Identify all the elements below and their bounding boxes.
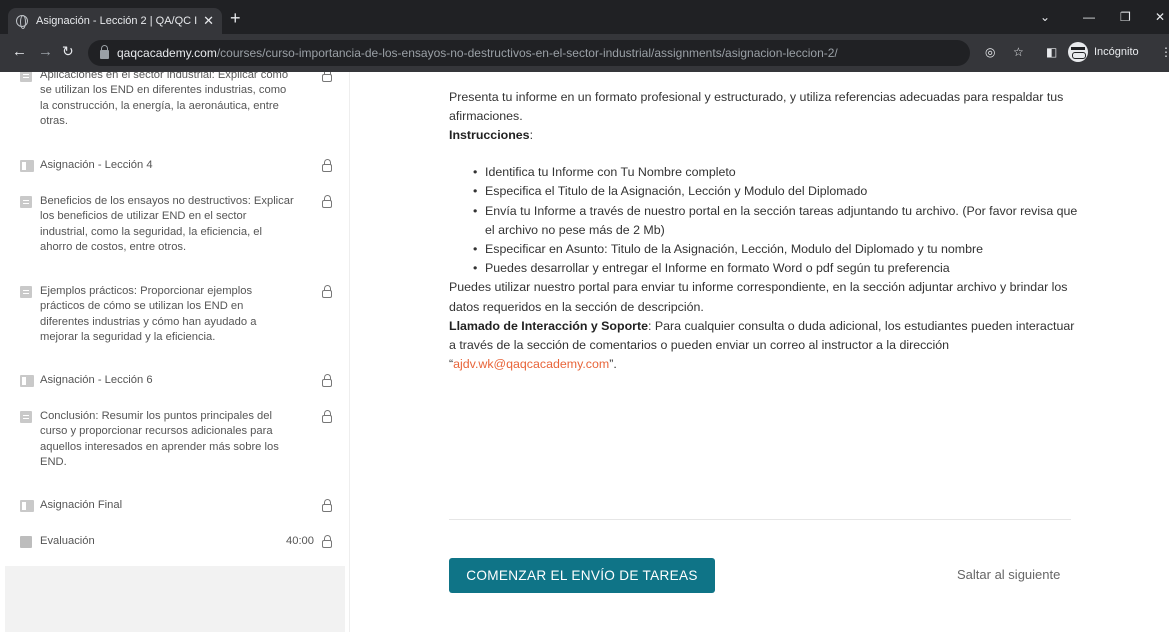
assignment-icon [20, 160, 34, 172]
sidebar-item-label: Asignación - Lección 4 [40, 159, 153, 171]
list-item: Puedes desarrollar y entregar el Informe… [473, 259, 1079, 278]
quiz-duration: 40:00 [286, 535, 314, 547]
instructions-heading: Instrucciones: [449, 128, 534, 142]
sidebar-item-label: Aplicaciones en el sector industrial: Ex… [40, 72, 289, 127]
reload-icon[interactable]: ↻ [62, 43, 74, 60]
support-paragraph: Llamado de Interacción y Soporte: Para c… [449, 317, 1079, 375]
list-item: Identifica tu Informe con Tu Nombre comp… [473, 163, 1079, 182]
restore-icon[interactable]: ❐ [1120, 10, 1131, 24]
lock-icon [322, 374, 332, 387]
assignment-content: Presenta tu informe en un formato profes… [351, 72, 1169, 632]
start-submission-button[interactable]: COMENZAR EL ENVÍO DE TAREAS [449, 558, 715, 593]
back-icon[interactable]: ← [12, 43, 27, 60]
new-tab-icon[interactable]: + [230, 9, 241, 27]
lock-icon [322, 535, 332, 548]
quiz-icon [20, 536, 32, 548]
list-item: Especifica el Titulo de la Asignación, L… [473, 182, 1079, 201]
lock-icon [322, 159, 332, 172]
sidebar-item-label: Beneficios de los ensayos no destructivo… [40, 195, 294, 253]
assignment-icon [20, 375, 34, 387]
content-divider [449, 519, 1071, 520]
forward-icon[interactable]: → [38, 43, 53, 60]
tab-title: Asignación - Lección 2 | QA/QC I [36, 15, 198, 27]
curriculum-list: Aplicaciones en el sector industrial: Ex… [0, 72, 345, 566]
sidebar-item-label: Evaluación [40, 535, 95, 547]
assignment-body: Presenta tu informe en un formato profes… [449, 88, 1079, 374]
lesson-doc-icon [20, 286, 32, 298]
instructor-email-link[interactable]: ajdv.wk@qaqcacademy.com [453, 357, 609, 371]
url-input[interactable]: qaqcacademy.com/courses/curso-importanci… [88, 40, 970, 66]
lesson-doc-icon [20, 72, 32, 82]
intro-paragraph: Presenta tu informe en un formato profes… [449, 90, 1064, 124]
minimize-icon[interactable]: — [1083, 10, 1095, 24]
side-panel-icon[interactable]: ◧ [1046, 45, 1057, 59]
window-close-icon[interactable]: ✕ [1155, 10, 1165, 24]
tab-close-icon[interactable]: ✕ [203, 13, 214, 29]
support-label: Llamado de Interacción y Soporte [449, 318, 648, 333]
lock-icon [100, 45, 109, 59]
tracking-protection-icon[interactable]: ◎ [985, 45, 995, 59]
incognito-icon [1068, 42, 1088, 62]
incognito-badge[interactable]: Incógnito [1068, 42, 1139, 62]
lesson-doc-icon [20, 411, 32, 423]
sidebar-item-label: Asignación - Lección 6 [40, 374, 153, 386]
sidebar-item-label: Ejemplos prácticos: Proporcionar ejemplo… [40, 285, 257, 343]
lesson-doc-icon [20, 196, 32, 208]
lock-icon [322, 195, 332, 208]
lock-icon [322, 499, 332, 512]
course-sidebar: Aplicaciones en el sector industrial: Ex… [0, 72, 350, 632]
portal-paragraph: Puedes utilizar nuestro portal para envi… [449, 280, 1068, 314]
instructions-list: Identifica tu Informe con Tu Nombre comp… [473, 163, 1079, 278]
list-item: Envía tu Informe a través de nuestro por… [473, 202, 1079, 240]
lock-icon [322, 410, 332, 423]
tab-search-icon[interactable]: ⌄ [1040, 10, 1050, 24]
lock-icon [322, 285, 332, 298]
instructions-label: Instrucciones [449, 128, 530, 142]
menu-icon[interactable]: ⋮ [1160, 45, 1169, 59]
address-bar-row: ← → ↻ qaqcacademy.com/courses/curso-impo… [0, 34, 1169, 72]
bookmark-star-icon[interactable]: ☆ [1013, 45, 1024, 59]
browser-tab-strip: Asignación - Lección 2 | QA/QC I ✕ + ⌄ —… [0, 0, 1169, 34]
lock-icon [322, 72, 332, 82]
url-host: qaqcacademy.com [117, 46, 217, 60]
incognito-label: Incógnito [1094, 46, 1139, 58]
list-item: Especificar en Asunto: Titulo de la Asig… [473, 240, 1079, 259]
browser-tab[interactable]: Asignación - Lección 2 | QA/QC I ✕ [8, 8, 222, 34]
sidebar-item-label: Asignación Final [40, 499, 123, 511]
sidebar-footer-area [5, 566, 345, 632]
assignment-icon [20, 500, 34, 512]
support-end: ”. [609, 357, 617, 372]
globe-icon [16, 15, 28, 29]
skip-to-next-link[interactable]: Saltar al siguiente [957, 567, 1060, 582]
sidebar-item-label: Conclusión: Resumir los puntos principal… [40, 410, 279, 468]
url-path: /courses/curso-importancia-de-los-ensayo… [216, 46, 838, 60]
